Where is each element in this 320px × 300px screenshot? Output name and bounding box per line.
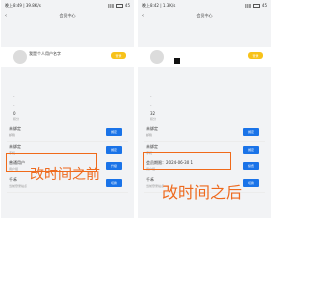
- battery-level: 45: [124, 3, 130, 8]
- points-value: 32: [150, 111, 156, 116]
- bind-email-button[interactable]: 绑定: [106, 128, 122, 136]
- profile-card: 我是个人用户名字 登录: [1, 47, 134, 67]
- phone-status: 未绑定: [9, 144, 21, 149]
- profile-card: 登录: [138, 47, 271, 67]
- battery-icon: [115, 3, 123, 8]
- site-name: 千禾: [146, 177, 154, 182]
- status-icons: 45: [244, 3, 267, 8]
- switch-site-button[interactable]: 切换: [106, 179, 122, 187]
- bind-phone-button[interactable]: 绑定: [106, 146, 122, 154]
- back-arrow-icon[interactable]: ‹: [142, 13, 144, 19]
- points-label: 积分: [150, 117, 157, 121]
- email-label: 邮箱: [146, 133, 153, 137]
- battery-icon: [252, 3, 260, 8]
- status-time: 晚上8:42 | 1.3K/s: [142, 2, 176, 8]
- redacted-block: [174, 58, 180, 64]
- switch-site-button[interactable]: 切换: [243, 179, 259, 187]
- signal-icon: [244, 3, 251, 8]
- phone-status: 未绑定: [146, 144, 158, 149]
- placeholder-dash: -: [150, 94, 152, 99]
- login-button[interactable]: 登录: [248, 52, 263, 59]
- status-icons: 45: [107, 3, 130, 8]
- avatar[interactable]: [13, 50, 27, 64]
- points-value: 0: [13, 111, 16, 116]
- battery-level: 45: [261, 3, 267, 8]
- bind-phone-button[interactable]: 绑定: [243, 146, 259, 154]
- site-label: 当前登录站点: [9, 184, 28, 188]
- back-arrow-icon[interactable]: ‹: [5, 13, 7, 19]
- placeholder-dash: -: [13, 103, 15, 108]
- caption-after: 改时间之后: [162, 183, 243, 202]
- points-label: 积分: [13, 117, 20, 121]
- placeholder-dash: -: [13, 94, 15, 99]
- page-title: 会员中心: [196, 12, 213, 18]
- bind-email-button[interactable]: 绑定: [243, 128, 259, 136]
- upgrade-button[interactable]: 升级: [106, 162, 122, 170]
- title-bar: ‹ 会员中心: [1, 11, 134, 20]
- site-name: 千禾: [9, 177, 17, 182]
- email-status: 未绑定: [9, 126, 21, 131]
- signal-icon: [107, 3, 114, 8]
- left-screenshot: 晚上8:49 | 39.8K/s 45 ‹ 会员中心 我是个人用户名字 登录 -…: [1, 0, 134, 218]
- status-time: 晚上8:49 | 39.8K/s: [5, 2, 41, 8]
- email-label: 邮箱: [9, 133, 16, 137]
- email-status: 未绑定: [146, 126, 158, 131]
- status-bar: 晚上8:42 | 1.3K/s 45: [138, 0, 271, 11]
- email-row: 未绑定 邮箱 绑定: [7, 124, 128, 142]
- highlight-box: [143, 152, 231, 170]
- page-title: 会员中心: [59, 12, 76, 18]
- avatar[interactable]: [150, 50, 164, 64]
- title-bar: ‹ 会员中心: [138, 11, 271, 20]
- status-bar: 晚上8:49 | 39.8K/s 45: [1, 0, 134, 11]
- caption-before: 改时间之前: [30, 167, 100, 183]
- login-button[interactable]: 登录: [111, 52, 126, 59]
- renew-button[interactable]: 续费: [243, 162, 259, 170]
- placeholder-dash: -: [150, 103, 152, 108]
- email-row: 未绑定 邮箱 绑定: [144, 124, 265, 142]
- profile-name: 我是个人用户名字: [29, 51, 61, 56]
